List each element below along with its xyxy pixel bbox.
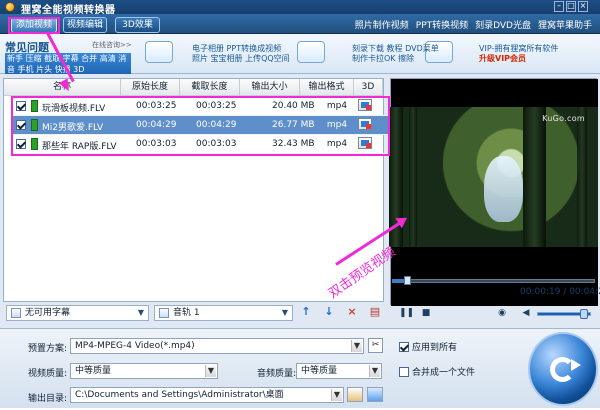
video-quality-label: 视频质量: (28, 369, 68, 379)
burn-dvd-link[interactable]: 刻录DVD光盘 (475, 18, 531, 31)
output-path-value: C:\Documents and Settings\Administrator\… (75, 390, 284, 400)
output-directory-label: 输出目录: (28, 394, 68, 404)
merge-file-checkbox[interactable] (399, 367, 409, 377)
video-watermark: KuGo.com (542, 114, 585, 123)
stop-icon[interactable]: ■ (421, 308, 431, 318)
3d-effect-tab[interactable]: 3D效果 (115, 17, 160, 33)
photo-ad-line1: 电子相册 PPT转换成视频 (192, 44, 282, 53)
preset-label: 预置方案: (28, 344, 68, 354)
video-timeline[interactable] (392, 275, 595, 286)
ppt-icon (145, 41, 173, 63)
chevron-down-icon: ▼ (281, 308, 289, 317)
window-controls: – □ × (554, 1, 591, 12)
vip-ad-line1: VIP-拥有狸窝所有软件 (479, 44, 559, 53)
subtitle-icon (11, 308, 21, 318)
convert-button[interactable] (528, 332, 598, 406)
video-quality-select[interactable]: 中等质量 ▼ (70, 363, 218, 379)
original-length-header[interactable]: 原始长度 (121, 79, 180, 96)
promotion-bar: 常见问题 在线咨询>> 新手 压缩 截取 字幕 合并 高清 消音 手机 片头 快… (0, 34, 600, 74)
delete-icon[interactable]: × (345, 305, 359, 320)
dvd-ad-line2: 制作卡拉OK 擦除 (352, 54, 415, 63)
player-controls: ❚❚ ■ ◉ ◀ (392, 306, 595, 324)
chevron-down-icon: ▼ (369, 365, 380, 377)
audio-quality-select[interactable]: 中等质量 ▼ (296, 363, 382, 379)
volume-icon[interactable]: ◀ (521, 308, 531, 318)
subtitle-value: 无可用字幕 (25, 308, 71, 318)
apply-all-label[interactable]: 应用到所有 (412, 340, 457, 353)
dvd-icon (297, 41, 325, 63)
list-toolbar: 无可用字幕 ▼ 音轨 1 ▼ ↑ ↓ × ▤ (3, 305, 384, 323)
output-format-header[interactable]: 输出格式 (300, 79, 354, 96)
preset-value: MP4-MPEG-4 Video(*.mp4) (75, 341, 195, 351)
photo-to-video-link[interactable]: 照片制作视频 (355, 18, 409, 31)
video-edit-tab[interactable]: 视频编辑 (63, 17, 107, 33)
output-size-header[interactable]: 输出大小 (240, 79, 300, 96)
photo-ad-line2: 照片 宝宝相册 上传QQ空间 (192, 54, 290, 63)
timeline-track[interactable] (392, 279, 595, 283)
close-button[interactable]: × (578, 1, 588, 12)
list-actions: ↑ ↓ × ▤ (299, 305, 382, 320)
audio-quality-value: 中等质量 (301, 366, 338, 376)
top-links: 照片制作视频 PPT转换视频 刻录DVD光盘 狸窝苹果助手 (355, 18, 592, 31)
vip-ad-line2: 升级VIP会员 (479, 54, 527, 63)
open-folder-icon[interactable] (367, 387, 383, 402)
tree-trunk (409, 107, 417, 247)
volume-slider[interactable] (537, 309, 591, 319)
file-list-highlight (11, 96, 390, 156)
refresh-arrow-icon (571, 359, 581, 371)
total-time: 00:04:29 (569, 287, 600, 297)
chevron-down-icon: ▼ (351, 340, 362, 352)
clip-length-header[interactable]: 截取长度 (180, 79, 240, 96)
chevron-down-icon: ▼ (331, 389, 342, 401)
photo-ad[interactable]: 电子相册 PPT转换成视频 照片 宝宝相册 上传QQ空间 (192, 44, 290, 64)
audio-quality-label: 音频质量: (257, 369, 297, 379)
app-window: 狸窝全能视频转换器 – □ × 添加视频 视频编辑 3D效果 照片制作视频 PP… (0, 0, 600, 410)
preset-settings-icon[interactable]: ✂ (368, 338, 383, 353)
video-preview[interactable]: KuGo.com (389, 78, 598, 306)
online-consult-link[interactable]: 在线咨询>> (92, 40, 132, 50)
app-logo-icon (5, 2, 15, 12)
vip-ad[interactable]: VIP-拥有狸窝所有软件 升级VIP会员 (479, 44, 558, 64)
time-readout: 00:00:19 / 00:04:29 (520, 287, 600, 297)
preset-select[interactable]: MP4-MPEG-4 Video(*.mp4) ▼ (70, 338, 364, 354)
dvd-ad-line1: 刻录下载 教程 DVD菜单 (352, 44, 439, 53)
video-quality-value: 中等质量 (75, 366, 112, 376)
volume-knob[interactable] (579, 309, 588, 319)
timeline-thumb[interactable] (404, 276, 412, 285)
camera-icon[interactable]: ◉ (497, 308, 507, 318)
current-time: 00:00:19 (520, 287, 561, 297)
3d-header[interactable]: 3D (354, 79, 383, 96)
title-bar: 狸窝全能视频转换器 – □ × (0, 0, 600, 16)
preview-black-area (391, 79, 598, 107)
chevron-down-icon: ▼ (205, 365, 216, 377)
main-toolbar: 添加视频 视频编辑 3D效果 照片制作视频 PPT转换视频 刻录DVD光盘 狸窝… (0, 14, 600, 34)
maximize-button[interactable]: □ (566, 1, 576, 12)
add-video-highlight (8, 17, 60, 34)
tree-trunk (523, 107, 546, 247)
dvd-ad[interactable]: 刻录下载 教程 DVD菜单 制作卡拉OK 擦除 (352, 44, 439, 64)
audio-track-select[interactable]: 音轨 1 ▼ (154, 305, 293, 321)
move-down-icon[interactable]: ↓ (322, 305, 336, 320)
ppt-to-video-link[interactable]: PPT转换视频 (416, 18, 468, 31)
output-path-select[interactable]: C:\Documents and Settings\Administrator\… (70, 387, 344, 403)
clear-list-icon[interactable]: ▤ (368, 305, 382, 320)
apply-all-checkbox[interactable] (399, 342, 409, 352)
merge-file-label[interactable]: 合并成一个文件 (412, 365, 475, 378)
minimize-button[interactable]: – (554, 1, 564, 12)
audio-track-value: 音轨 1 (173, 308, 200, 318)
audio-icon (159, 308, 169, 318)
folder-icon[interactable] (347, 387, 363, 402)
chevron-down-icon: ▼ (137, 308, 145, 317)
tree-trunk (577, 107, 587, 247)
pause-icon[interactable]: ❚❚ (399, 308, 414, 318)
video-frame[interactable]: KuGo.com (389, 107, 598, 247)
person-reading (484, 156, 523, 222)
apple-helper-link[interactable]: 狸窝苹果助手 (538, 18, 592, 31)
move-up-icon[interactable]: ↑ (299, 305, 313, 320)
subtitle-select[interactable]: 无可用字幕 ▼ (6, 305, 149, 321)
